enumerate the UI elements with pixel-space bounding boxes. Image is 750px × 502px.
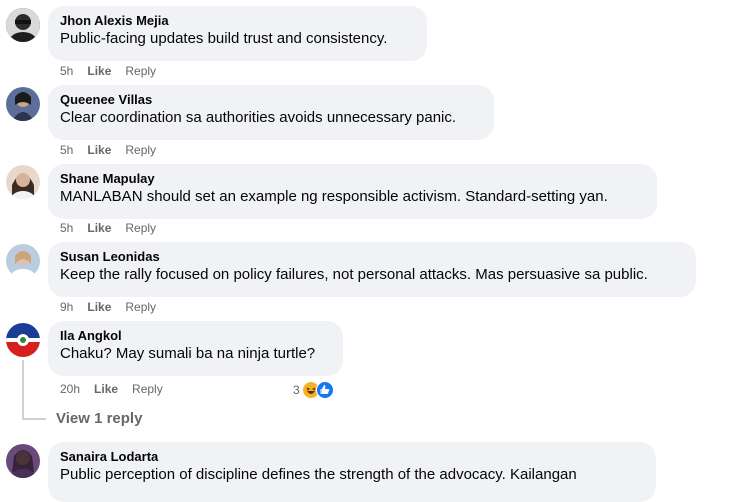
- comment-text: Clear coordination sa authorities avoids…: [60, 109, 457, 126]
- comment-text: Public-facing updates build trust and co…: [60, 30, 388, 47]
- comment-author[interactable]: Shane Mapulay: [60, 170, 645, 187]
- avatar[interactable]: [6, 244, 40, 278]
- like-button[interactable]: Like: [87, 221, 111, 235]
- comment-actions: 9h Like Reply: [60, 300, 170, 314]
- comment-bubble: Susan Leonidas Keep the rally focused on…: [48, 242, 696, 297]
- comment-text: Chaku? May sumali ba na ninja turtle?: [60, 345, 316, 362]
- comment-time[interactable]: 20h: [60, 382, 80, 396]
- thread-line: [22, 360, 24, 410]
- comment-bubble: Queenee Villas Clear coordination sa aut…: [48, 85, 494, 140]
- reaction-count: 3: [293, 383, 300, 397]
- reply-button[interactable]: Reply: [125, 64, 156, 78]
- comment-author[interactable]: Ila Angkol: [60, 327, 331, 344]
- comment-author[interactable]: Sanaira Lodarta: [60, 448, 644, 465]
- comment-actions: 5h Like Reply: [60, 221, 170, 235]
- comment-bubble: Ila Angkol Chaku? May sumali ba na ninja…: [48, 321, 343, 376]
- reply-button[interactable]: Reply: [125, 143, 156, 157]
- comment-bubble: Sanaira Lodarta Public perception of dis…: [48, 442, 656, 502]
- like-button[interactable]: Like: [87, 300, 111, 314]
- like-button[interactable]: Like: [87, 64, 111, 78]
- comment-text: Public perception of discipline defines …: [60, 466, 577, 483]
- like-reaction-icon: [315, 381, 334, 399]
- comment-time[interactable]: 5h: [60, 221, 73, 235]
- comment-actions: 20h Like Reply: [60, 382, 177, 396]
- comment-actions: 5h Like Reply: [60, 64, 170, 78]
- comment-actions: 5h Like Reply: [60, 143, 170, 157]
- reply-button[interactable]: Reply: [125, 221, 156, 235]
- thread-connector: [22, 418, 46, 420]
- comment-author[interactable]: Susan Leonidas: [60, 248, 684, 265]
- avatar[interactable]: [6, 87, 40, 121]
- comment-time[interactable]: 5h: [60, 64, 73, 78]
- comment-author[interactable]: Queenee Villas: [60, 91, 482, 108]
- comment-text: Keep the rally focused on policy failure…: [60, 266, 648, 283]
- avatar[interactable]: [6, 8, 40, 42]
- like-button[interactable]: Like: [87, 143, 111, 157]
- comment-text: MANLABAN should set an example ng respon…: [60, 188, 608, 205]
- reply-button[interactable]: Reply: [125, 300, 156, 314]
- avatar[interactable]: [6, 165, 40, 199]
- comment-bubble: Shane Mapulay MANLABAN should set an exa…: [48, 164, 657, 219]
- reply-button[interactable]: Reply: [132, 382, 163, 396]
- comment-bubble: Jhon Alexis Mejia Public-facing updates …: [48, 6, 427, 61]
- avatar[interactable]: [6, 444, 40, 478]
- like-button[interactable]: Like: [94, 382, 118, 396]
- comment-time[interactable]: 9h: [60, 300, 73, 314]
- avatar[interactable]: [6, 323, 40, 357]
- view-replies-link[interactable]: View 1 reply: [56, 410, 142, 427]
- comment-time[interactable]: 5h: [60, 143, 73, 157]
- comment-author[interactable]: Jhon Alexis Mejia: [60, 12, 415, 29]
- reaction-summary[interactable]: 3: [293, 381, 334, 399]
